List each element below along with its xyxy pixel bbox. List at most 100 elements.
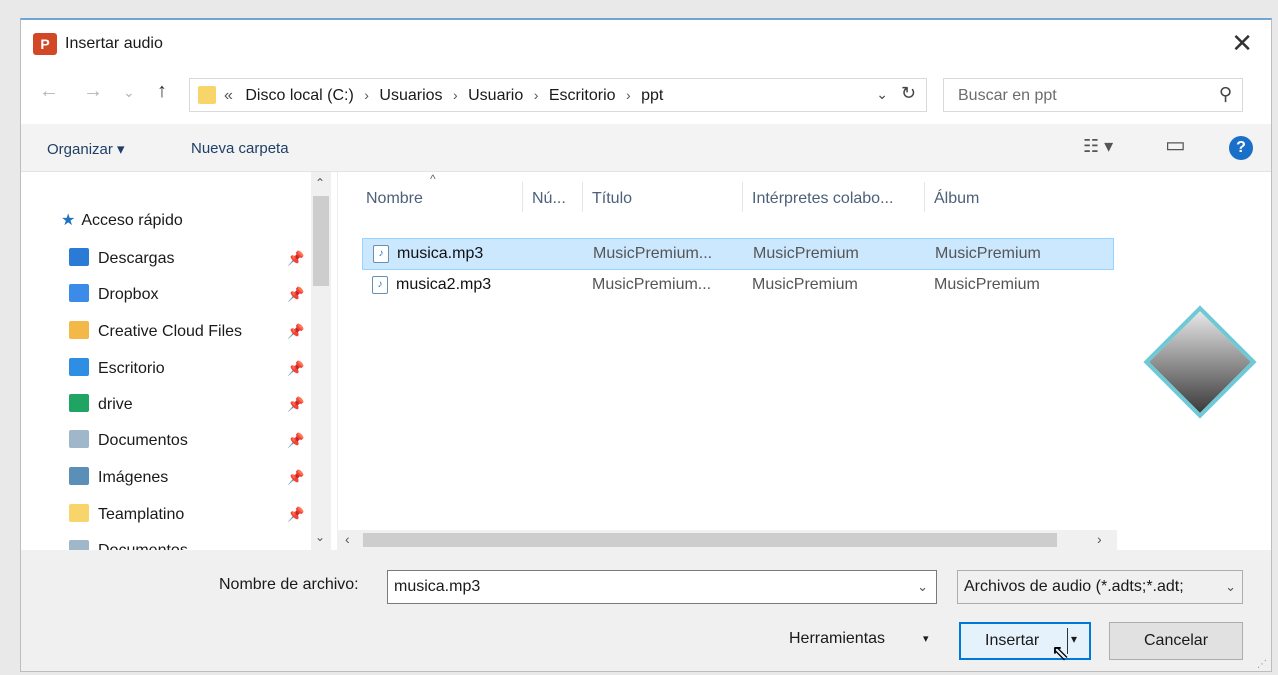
dialog-title: Insertar audio	[65, 35, 163, 52]
google-drive-icon	[69, 394, 89, 412]
mouse-cursor-icon: ⇖	[1051, 640, 1070, 665]
chevron-right-icon[interactable]: ›	[364, 87, 369, 103]
forward-button[interactable]: →	[83, 80, 103, 103]
search-box[interactable]: Buscar en ppt ⚲	[943, 78, 1243, 112]
desktop-icon	[69, 358, 89, 376]
chevron-right-icon[interactable]: ›	[534, 87, 539, 103]
column-header-album[interactable]: Álbum	[934, 190, 979, 208]
pin-icon[interactable]: 📌	[287, 286, 304, 303]
breadcrumb-ppt[interactable]: ppt	[641, 87, 663, 104]
pin-icon[interactable]: 📌	[287, 323, 304, 340]
chevron-down-icon[interactable]: ⌄	[1225, 579, 1236, 595]
pin-icon[interactable]: 📌	[287, 432, 304, 449]
resize-grip-icon[interactable]: ⋰	[1257, 659, 1267, 670]
column-header-artists[interactable]: Intérpretes colabo...	[752, 190, 893, 208]
up-button[interactable]: ↑	[157, 80, 167, 103]
scroll-down-icon[interactable]: ⌄	[315, 530, 325, 544]
sidebar-item-creative-cloud[interactable]: Creative Cloud Files	[69, 321, 242, 341]
sidebar-item-label: Descargas	[98, 250, 175, 267]
sidebar-item-label: Creative Cloud Files	[98, 323, 243, 340]
pictures-icon	[69, 467, 89, 485]
nav-pane-scrollbar[interactable]: ⌃ ⌄	[311, 172, 331, 550]
star-icon: ★	[61, 212, 76, 229]
organize-button[interactable]: Organizar ▾	[47, 140, 125, 158]
insert-button[interactable]: Insertar ▾	[959, 622, 1091, 660]
file-name: musica2.mp3	[396, 276, 492, 293]
help-icon[interactable]: ?	[1229, 136, 1253, 160]
sidebar-item-teamplatino[interactable]: Teamplatino	[69, 504, 184, 524]
scroll-up-icon[interactable]: ⌃	[315, 176, 325, 190]
column-divider[interactable]	[522, 182, 523, 212]
tools-button[interactable]: Herramientas	[789, 630, 885, 648]
pin-icon[interactable]: 📌	[287, 469, 304, 486]
file-album: MusicPremium	[934, 276, 1040, 293]
breadcrumb-desktop[interactable]: Escritorio	[549, 87, 616, 104]
breadcrumb-users[interactable]: Usuarios	[379, 87, 442, 104]
title-bar: P Insertar audio ✕	[21, 20, 1271, 70]
refresh-icon[interactable]: ↻	[901, 83, 916, 104]
sidebar-item-label: Acceso rápido	[81, 212, 183, 229]
scrollbar-thumb[interactable]	[363, 533, 1057, 547]
powerpoint-icon: P	[33, 33, 57, 55]
column-divider[interactable]	[924, 182, 925, 212]
file-list-scrollbar[interactable]: ‹ ›	[337, 530, 1117, 550]
search-icon[interactable]: ⚲	[1219, 84, 1232, 105]
pin-icon[interactable]: 📌	[287, 250, 304, 267]
cancel-button[interactable]: Cancelar	[1109, 622, 1243, 660]
scrollbar-thumb[interactable]	[313, 196, 329, 286]
file-type-select[interactable]: Archivos de audio (*.adts;*.adt; ⌄	[957, 570, 1243, 604]
chevron-right-icon[interactable]: ›	[626, 87, 631, 103]
insert-options-icon[interactable]: ▾	[1071, 632, 1077, 646]
column-header-title[interactable]: Título	[592, 190, 632, 208]
sidebar-item-desktop[interactable]: Escritorio	[69, 358, 165, 378]
audio-file-icon: ♪	[373, 245, 389, 263]
new-folder-button[interactable]: Nueva carpeta	[191, 140, 289, 157]
filename-label: Nombre de archivo:	[219, 576, 359, 593]
chevron-down-icon[interactable]: ⌄	[876, 86, 888, 103]
change-view-icon[interactable]: ☷ ▾	[1083, 136, 1113, 157]
recent-locations-button[interactable]: ⌄	[123, 84, 135, 101]
file-album: MusicPremium	[935, 245, 1041, 262]
sidebar-item-pictures[interactable]: Imágenes	[69, 467, 168, 487]
sidebar-item-label: Documentos	[98, 432, 188, 449]
column-divider[interactable]	[582, 182, 583, 212]
sidebar-item-quick-access[interactable]: ★ Acceso rápido	[61, 210, 183, 230]
breadcrumb-disk[interactable]: Disco local (C:)	[245, 87, 353, 104]
column-header-name[interactable]: Nombre	[366, 190, 423, 208]
navigation-pane: ★ Acceso rápido Descargas Dropbox Creativ…	[21, 172, 331, 559]
breadcrumb-user[interactable]: Usuario	[468, 87, 523, 104]
folder-icon	[198, 86, 216, 104]
file-list: ^ Nombre Nú... Título Intérpretes colabo…	[337, 172, 1117, 550]
tools-dropdown-icon[interactable]: ▾	[923, 632, 929, 645]
album-art-thumbnail	[1143, 305, 1257, 419]
sidebar-item-dropbox[interactable]: Dropbox	[69, 284, 158, 304]
filename-value: musica.mp3	[394, 578, 481, 595]
sidebar-item-label: drive	[98, 396, 133, 413]
scroll-left-icon[interactable]: ‹	[345, 531, 350, 547]
sidebar-item-drive[interactable]: drive	[69, 394, 133, 414]
close-button[interactable]: ✕	[1231, 28, 1253, 58]
insert-label: Insertar	[985, 632, 1040, 649]
table-row[interactable]: ♪ musica.mp3 MusicPremium... MusicPremiu…	[362, 238, 1114, 270]
documents-icon	[69, 430, 89, 448]
scroll-right-icon[interactable]: ›	[1097, 531, 1102, 547]
pin-icon[interactable]: 📌	[287, 506, 304, 523]
table-row[interactable]: ♪ musica2.mp3 MusicPremium... MusicPremi…	[362, 270, 1114, 302]
sidebar-item-downloads[interactable]: Descargas	[69, 248, 174, 268]
column-header-number[interactable]: Nú...	[532, 190, 566, 208]
filename-input[interactable]: musica.mp3 ⌄	[387, 570, 937, 604]
chevron-right-icon[interactable]: ›	[453, 87, 458, 103]
pin-icon[interactable]: 📌	[287, 360, 304, 377]
chevron-down-icon[interactable]: ⌄	[917, 579, 928, 595]
sidebar-item-documents[interactable]: Documentos	[69, 430, 188, 450]
search-input[interactable]: Buscar en ppt	[958, 87, 1057, 105]
pin-icon[interactable]: 📌	[287, 396, 304, 413]
dropbox-icon	[69, 284, 89, 302]
back-button[interactable]: ←	[39, 80, 59, 103]
file-type-value: Archivos de audio (*.adts;*.adt;	[964, 578, 1184, 595]
address-bar[interactable]: « Disco local (C:) › Usuarios › Usuario …	[189, 78, 927, 112]
column-divider[interactable]	[742, 182, 743, 212]
preview-pane-icon[interactable]: ▭	[1165, 132, 1186, 158]
audio-file-icon: ♪	[372, 276, 388, 294]
breadcrumb-prefix[interactable]: «	[224, 87, 233, 104]
